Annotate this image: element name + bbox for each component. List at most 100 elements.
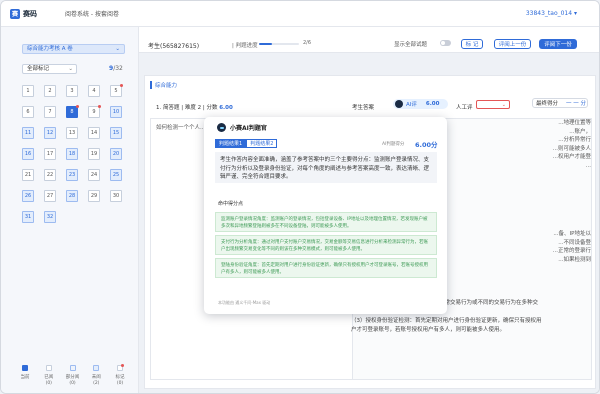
legend-label: 当前 <box>20 375 30 380</box>
question-cell-17[interactable]: 17 <box>44 148 56 160</box>
legend-item: 部分阅 (0) <box>63 365 83 386</box>
student-answer-label: 考生答案 <box>352 105 375 111</box>
question-difficulty: | 难度 2 | <box>181 105 205 111</box>
app-window: 赛 赛码 阅卷系统 - 按套阅卷 33843_tao_014 ▾ 综合能力考核 … <box>0 0 600 394</box>
tab-result-1[interactable]: 判题结果1 <box>215 139 247 148</box>
chevron-down-icon: ⌄ <box>115 46 120 52</box>
ai-judge-header: 小赛AI判题官 <box>217 123 267 132</box>
question-cell-26[interactable]: 26 <box>22 190 34 202</box>
reference-line: ...账户， <box>569 128 591 135</box>
tab-result-2[interactable]: 判题结果2 <box>246 139 278 148</box>
user-menu[interactable]: 33843_tao_014 ▾ <box>526 10 577 17</box>
student-answer-text: 如何检测一个个人... <box>156 125 206 131</box>
hit-point: 支付行为分析角度：通过对用户支付账户交易情况，交易金额等交易信息进行分析来检测异… <box>215 235 437 255</box>
question-cell-14[interactable]: 14 <box>88 127 100 139</box>
flag-icon <box>76 105 79 108</box>
question-cell-21[interactable]: 21 <box>22 169 34 181</box>
mark-button[interactable]: 标 记 <box>461 39 483 49</box>
progress-value: 2/6 <box>303 40 312 46</box>
question-cell-20[interactable]: 20 <box>110 148 122 160</box>
paper-select-label: 综合能力考核 A 卷 <box>27 46 73 52</box>
status-legend: 当前 已阅 (0) 部分阅 (0) 未阅 (2) 标记 (0) <box>15 364 130 386</box>
reference-line: ...分析异常行 <box>558 137 591 143</box>
question-cell-24[interactable]: 24 <box>88 169 100 181</box>
question-cell-11[interactable]: 11 <box>22 127 34 139</box>
question-cell-28[interactable]: 28 <box>66 190 78 202</box>
examinee-id: 考生(565827615) <box>148 43 200 50</box>
question-cell-6[interactable]: 6 <box>22 106 34 118</box>
question-cell-19[interactable]: 19 <box>88 148 100 160</box>
robot-icon <box>217 123 226 132</box>
legend-swatch <box>45 365 52 371</box>
question-meta: 1. 简答题 | 难度 2 | 分数 6.00 <box>156 103 233 111</box>
question-cell-1[interactable]: 1 <box>22 85 34 97</box>
question-cell-7[interactable]: 7 <box>44 106 56 118</box>
question-cell-31[interactable]: 31 <box>22 211 34 223</box>
question-cell-4[interactable]: 4 <box>88 85 100 97</box>
question-cell-27[interactable]: 27 <box>44 190 56 202</box>
question-score-label: 分数 <box>206 105 218 111</box>
legend-item: 当前 <box>15 365 35 386</box>
ai-score-badge-value: 6.00 <box>425 101 440 107</box>
question-cell-25[interactable]: 25 <box>110 169 122 181</box>
legend-count: (0) <box>45 381 52 386</box>
manual-score-input[interactable]: ⌄ <box>476 100 510 109</box>
legend-item: 标记 (0) <box>110 364 130 386</box>
reference-line: ...正常的登录行 <box>552 248 591 254</box>
question-cell-10[interactable]: 10 <box>110 106 122 118</box>
question-type: 1. 简答题 <box>156 105 180 111</box>
legend-label: 未阅 <box>91 375 101 380</box>
robot-icon <box>395 100 403 108</box>
question-cell-5[interactable]: 5 <box>110 84 123 97</box>
legend-swatch <box>69 365 76 371</box>
question-cell-29[interactable]: 29 <box>88 190 100 202</box>
question-cell-12[interactable]: 12 <box>44 127 56 139</box>
reference-answer-visible: ...地理位置等 ...账户， ...分析异常行 ...则可能被多人 ...权用户才能登… <box>451 119 591 264</box>
reference-line: ...备、IP地址以 <box>553 231 591 237</box>
question-cell-9[interactable]: 9 <box>88 105 101 118</box>
paper-select[interactable]: 综合能力考核 A 卷 ⌄ <box>22 44 125 54</box>
question-cell-2[interactable]: 2 <box>44 85 56 97</box>
prev-button[interactable]: 评阅上一份 <box>494 39 531 49</box>
legend-count: (0) <box>116 381 124 386</box>
reference-line: ... <box>585 162 591 169</box>
legend-label: 部分阅 <box>65 375 80 380</box>
question-cell-13[interactable]: 13 <box>66 127 78 139</box>
reference-line: ...不同设备登 <box>558 239 591 246</box>
legend-count: (2) <box>93 381 100 386</box>
legend-label: 已阅 <box>44 375 54 380</box>
ai-score-badge[interactable]: AI评 6.00 <box>393 99 448 109</box>
reference-line: ...权用户才能登 <box>552 154 591 160</box>
legend-swatch <box>22 365 28 371</box>
section-title: 综合能力 <box>150 81 177 89</box>
ai-judge-footer: 本功能由 通义千问-Max 驱动 <box>218 300 271 305</box>
question-cell-30[interactable]: 30 <box>110 190 122 202</box>
question-score-value: 6.00 <box>219 105 233 111</box>
ai-judge-score-label: AI判题得分 <box>382 142 405 147</box>
flag-icon <box>120 84 123 87</box>
reference-line: ...则可能被多人 <box>552 145 591 152</box>
ai-judge-popup: 小赛AI判题官 判题结果1 判题结果2 AI判题得分 6.00分 考生作答内容全… <box>204 117 447 314</box>
question-cell-18[interactable]: 18 <box>66 148 78 160</box>
question-cell-32[interactable]: 32 <box>44 211 56 223</box>
top-bar: 赛 赛码 阅卷系统 - 按套阅卷 33843_tao_014 ▾ <box>1 1 599 27</box>
score-bar: 考生(565827615) | 判题进度 2/6 显示全部试题 标 记 评阅上一… <box>139 27 599 53</box>
question-cell-15[interactable]: 15 <box>110 127 122 139</box>
question-cell-16[interactable]: 16 <box>22 148 34 160</box>
logo-text: 赛码 <box>23 9 37 18</box>
flag-icon <box>98 105 101 108</box>
mark-filter-select[interactable]: 全部标记 ⌄ <box>22 64 77 74</box>
ai-score-badge-label: AI评 <box>406 102 417 108</box>
progress-bar-fill <box>259 43 273 45</box>
progress-label: | 判题进度 <box>232 43 258 49</box>
question-cell-23[interactable]: 23 <box>66 169 78 181</box>
progress-bar <box>259 43 299 45</box>
next-button[interactable]: 评阅下一份 <box>539 39 577 49</box>
question-cell-3[interactable]: 3 <box>66 85 78 97</box>
question-cell-22[interactable]: 22 <box>44 169 56 181</box>
reference-line: 户才可登录账号，若账号授权用户有多人，则可能被多人使用。 <box>351 327 506 333</box>
question-cell-8[interactable]: 8 <box>66 105 79 118</box>
legend-item: 已阅 (0) <box>39 365 59 386</box>
legend-swatch <box>93 365 100 371</box>
show-all-toggle[interactable] <box>440 40 451 46</box>
